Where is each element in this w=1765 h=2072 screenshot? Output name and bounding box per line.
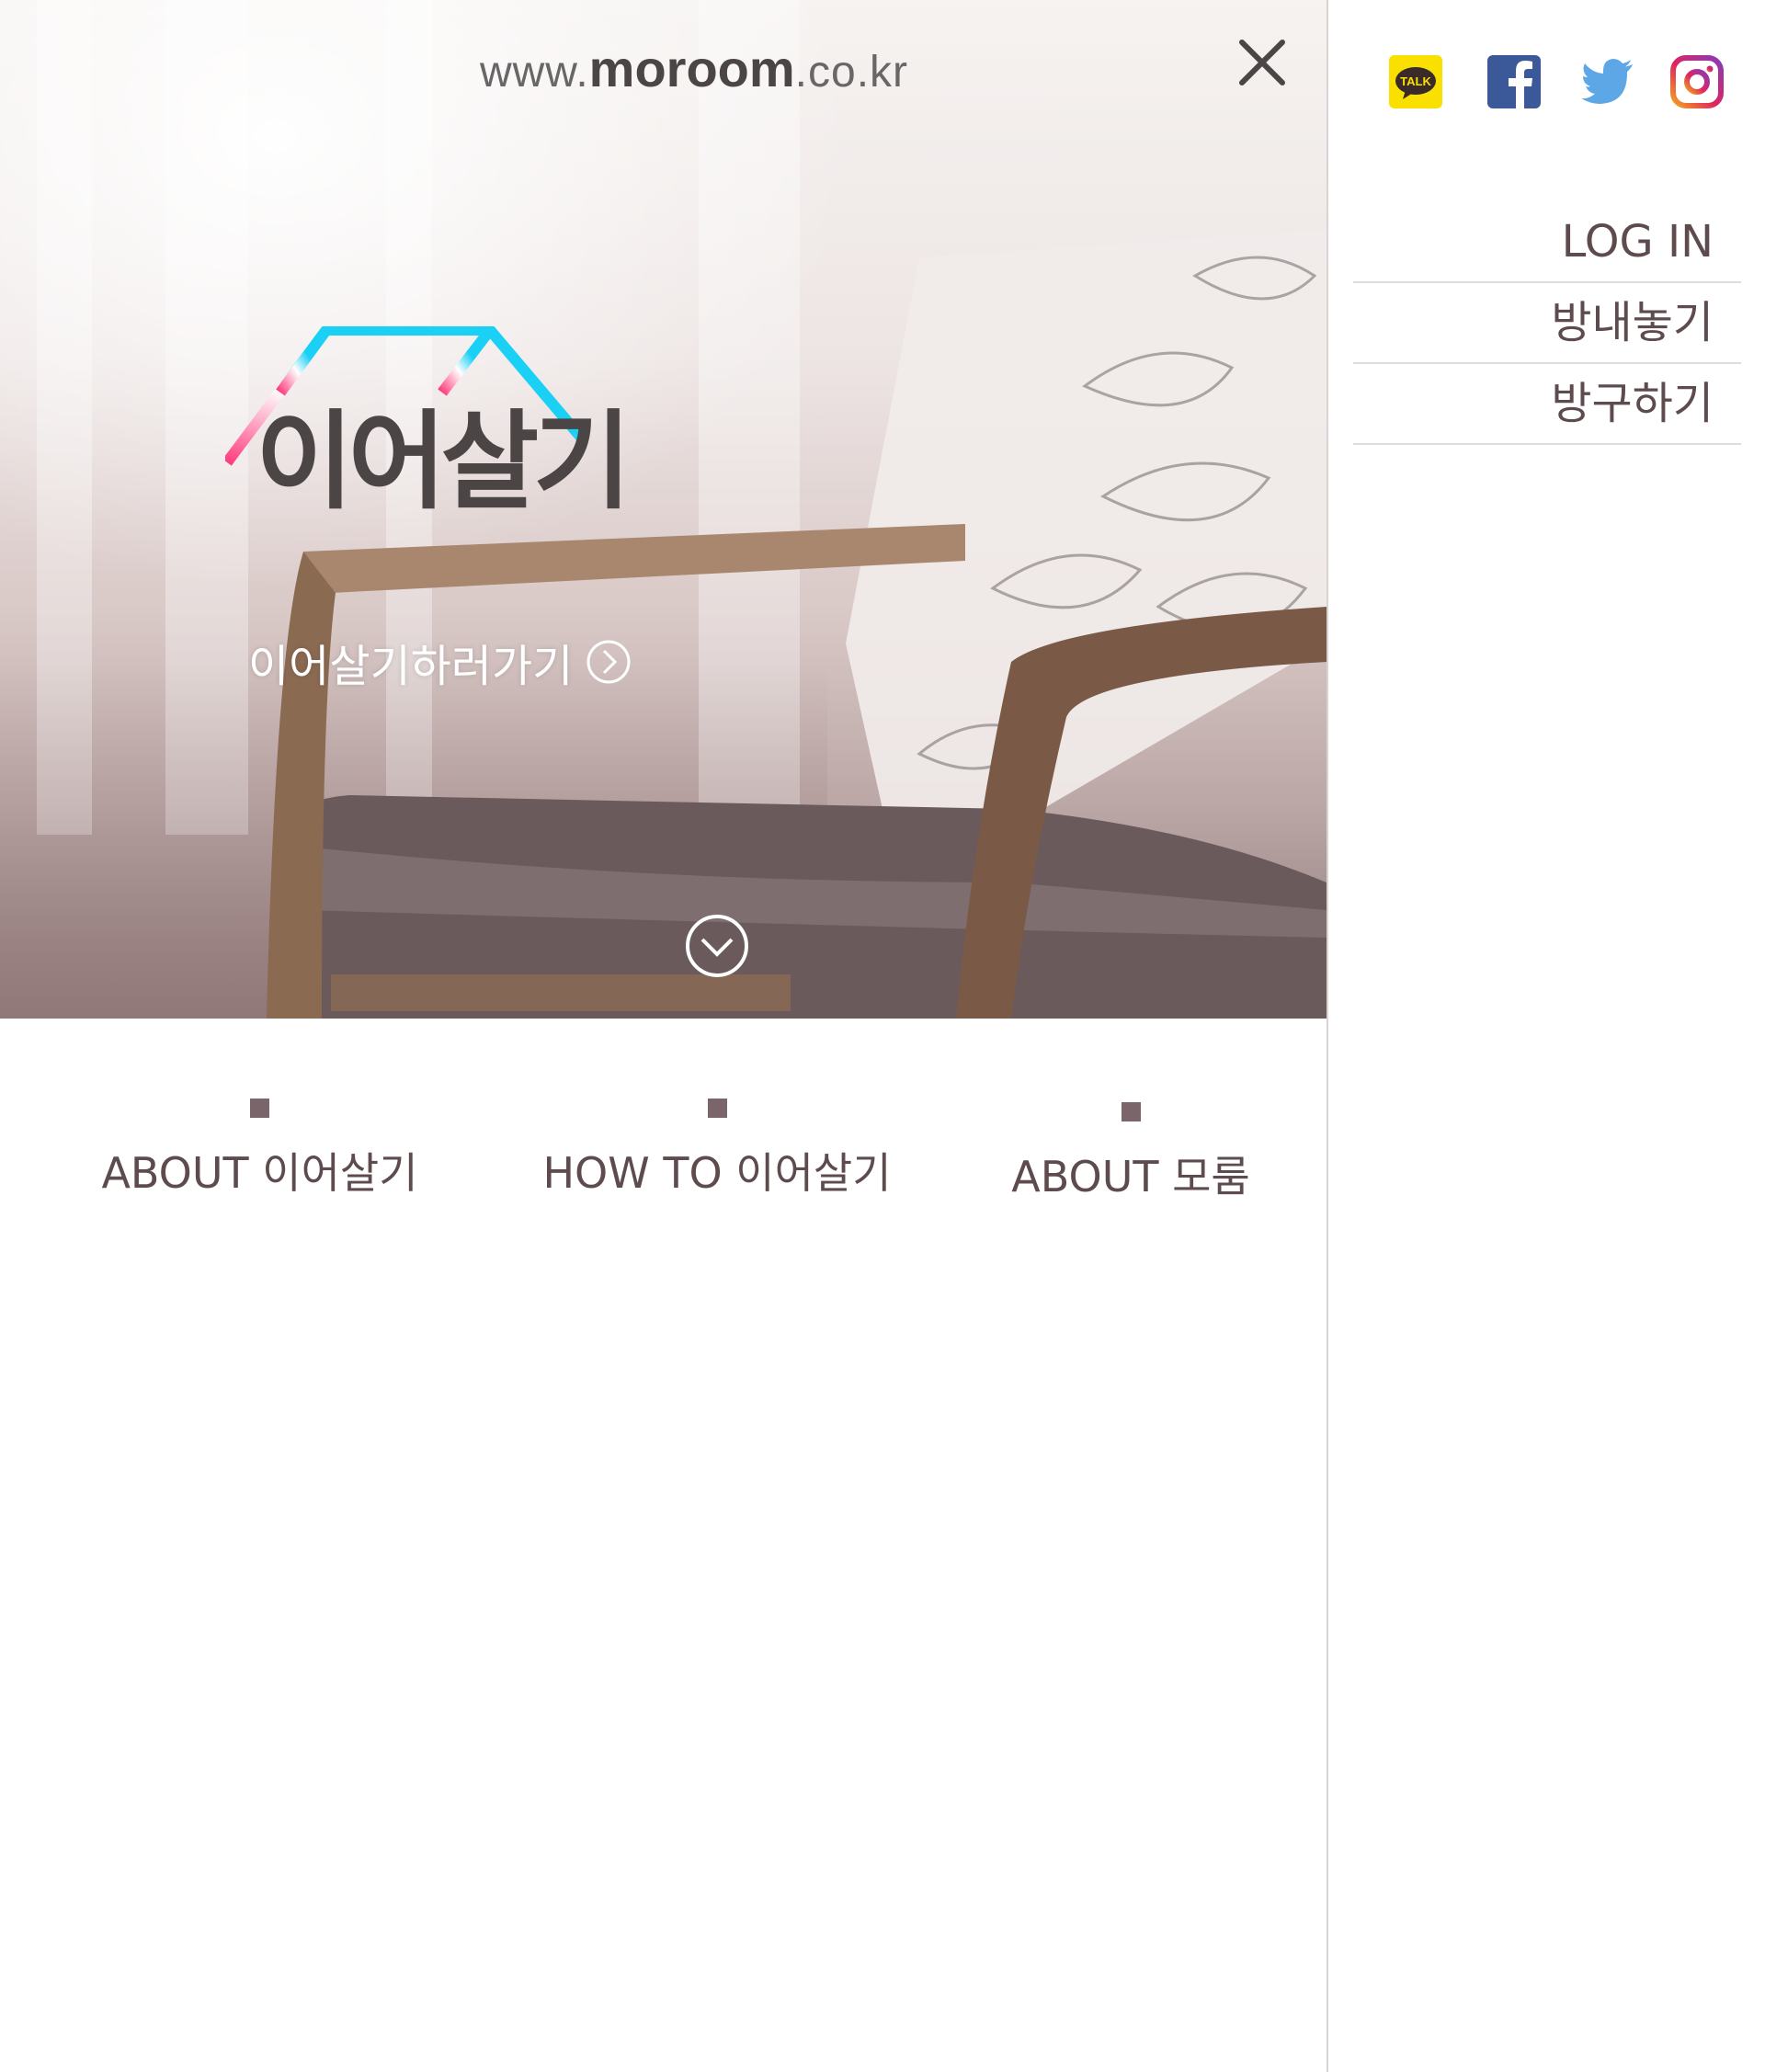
instagram-icon: [1670, 55, 1724, 108]
section-marker: [707, 1099, 727, 1118]
url-prefix: www.: [479, 48, 589, 97]
side-menu: LOG IN 방내놓기 방구하기: [1353, 202, 1741, 445]
go-link-label: 이어살기하러가기: [248, 641, 574, 692]
section-about-moroom[interactable]: ABOUT 모룸: [993, 1102, 1269, 1204]
url-suffix: .co.kr: [794, 48, 909, 97]
section-marker: [1121, 1102, 1141, 1121]
close-button[interactable]: [1236, 37, 1288, 88]
menu-find-room[interactable]: 방구하기: [1353, 364, 1741, 445]
armchair-illustration: [267, 230, 1327, 1019]
facebook-button[interactable]: [1486, 53, 1543, 110]
instagram-button[interactable]: [1668, 53, 1725, 110]
menu-list-room[interactable]: 방내놓기: [1353, 283, 1741, 364]
section-howto-eeosalgi[interactable]: HOW TO 이어살기: [524, 1099, 910, 1201]
facebook-icon: [1487, 55, 1541, 108]
menu-login[interactable]: LOG IN: [1353, 202, 1741, 283]
chevron-down-circle-icon: [686, 915, 748, 977]
chevron-right-circle-icon: [586, 639, 632, 685]
hero-banner: www.moroom.co.kr 이어살기 이어살기하러가기: [0, 0, 1327, 1019]
section-about-eeosalgi[interactable]: ABOUT 이어살기: [83, 1099, 437, 1201]
close-icon: [1239, 40, 1285, 85]
go-to-eeosalgi-link[interactable]: 이어살기하러가기: [248, 630, 632, 694]
scroll-down-button[interactable]: [684, 913, 750, 979]
kakaotalk-button[interactable]: TALK: [1387, 53, 1444, 110]
section-label: ABOUT 이어살기: [101, 1148, 418, 1198]
section-label: HOW TO 이어살기: [542, 1148, 892, 1198]
panel-divider: [1327, 0, 1328, 2072]
url-brand: moroom: [588, 40, 795, 97]
twitter-button[interactable]: [1579, 53, 1636, 110]
twitter-icon: [1581, 59, 1633, 104]
site-url: www.moroom.co.kr: [0, 39, 1327, 98]
section-nav: ABOUT 이어살기 HOW TO 이어살기 ABOUT 모룸: [0, 1099, 1327, 1209]
section-label: ABOUT 모룸: [1011, 1152, 1250, 1201]
section-marker: [250, 1099, 269, 1118]
kakaotalk-icon: TALK: [1389, 55, 1442, 108]
kakaotalk-icon-text: TALK: [1400, 74, 1431, 88]
logo-title: 이어살기: [256, 400, 632, 524]
